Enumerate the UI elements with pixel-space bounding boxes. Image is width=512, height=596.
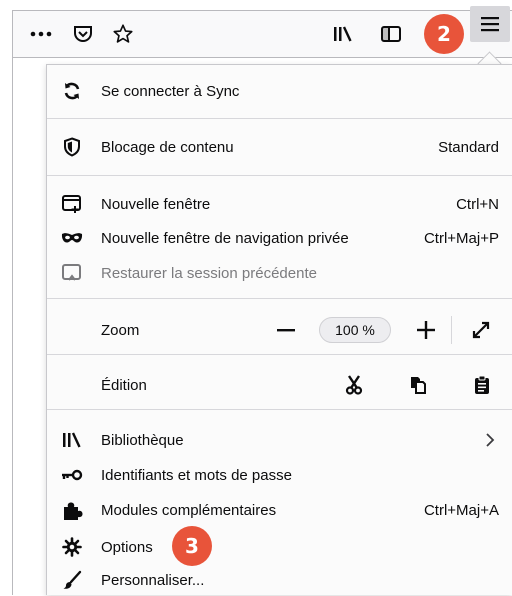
pocket-icon[interactable] [65,11,101,57]
puzzle-icon [61,499,83,521]
menu-item-label: Bibliothèque [101,431,184,449]
menu-item-label: Restaurer la session précédente [101,264,317,282]
separator [47,409,512,410]
separator [47,354,512,355]
menu-item-label: Nouvelle fenêtre [101,195,211,213]
app-menu-panel: Se connecter à Sync Blocage de contenu S… [46,64,512,595]
shortcut-label: Ctrl+Maj+A [423,501,499,519]
hamburger-menu-icon [481,16,499,37]
zoom-out-button[interactable] [271,317,301,343]
gear-icon [61,536,83,558]
menu-item-restore-session: Restaurer la session précédente [47,257,512,289]
more-icon[interactable] [23,11,59,57]
menu-item-addons[interactable]: Modules complémentaires Ctrl+Maj+A [47,494,512,526]
bookmark-star-icon[interactable] [105,11,141,57]
chevron-right-icon [485,433,495,451]
edit-label: Édition [101,376,147,394]
menu-item-label: Se connecter à Sync [101,82,240,100]
separator [47,175,512,176]
separator [47,298,512,299]
mask-icon [61,227,83,249]
restore-icon [61,262,83,284]
zoom-label: Zoom [101,321,140,339]
key-icon [61,464,83,486]
menu-item-customize[interactable]: Personnaliser... [47,564,512,596]
zoom-in-button[interactable] [411,317,441,343]
copy-icon[interactable] [405,373,431,397]
menu-item-new-window[interactable]: Nouvelle fenêtre Ctrl+N [47,188,512,220]
zoom-divider [451,316,452,344]
new-window-icon [61,193,83,215]
zoom-reset-button[interactable]: 100 % [319,317,391,343]
menu-item-label: Options [101,538,153,556]
library-icon [61,429,83,451]
step-badge-3: 3 [172,526,212,566]
menu-item-label: Nouvelle fenêtre de navigation privée [101,229,349,247]
page-border [12,58,13,595]
menu-item-edit: Édition [47,369,512,401]
hamburger-menu-button[interactable] [470,6,510,42]
sidebar-icon[interactable] [373,11,409,57]
menu-item-label: Identifiants et mots de passe [101,466,292,484]
menu-item-label: Personnaliser... [101,571,205,589]
menu-item-options[interactable]: Options [47,531,512,563]
menu-item-private-window[interactable]: Nouvelle fenêtre de navigation privée Ct… [47,222,512,254]
step-badge-2: 2 [424,14,464,54]
shield-icon [61,136,83,158]
shortcut-label: Ctrl+N [456,195,499,213]
fullscreen-icon[interactable] [467,318,495,342]
menu-item-library[interactable]: Bibliothèque [47,424,512,456]
paste-icon[interactable] [469,373,495,397]
content-blocking-value: Standard [438,138,499,156]
menu-item-label: Modules complémentaires [101,501,277,519]
paintbrush-icon [61,569,83,591]
menu-item-label: Blocage de contenu [101,138,234,156]
separator [47,118,512,119]
library-icon[interactable] [325,11,361,57]
menu-item-sync[interactable]: Se connecter à Sync [47,75,512,107]
cut-icon[interactable] [341,373,367,397]
menu-item-zoom: Zoom 100 % [47,314,512,346]
menu-item-logins[interactable]: Identifiants et mots de passe [47,459,512,491]
shortcut-label: Ctrl+Maj+P [423,229,499,247]
sync-icon [61,80,83,102]
menu-item-content-blocking[interactable]: Blocage de contenu Standard [47,131,512,163]
